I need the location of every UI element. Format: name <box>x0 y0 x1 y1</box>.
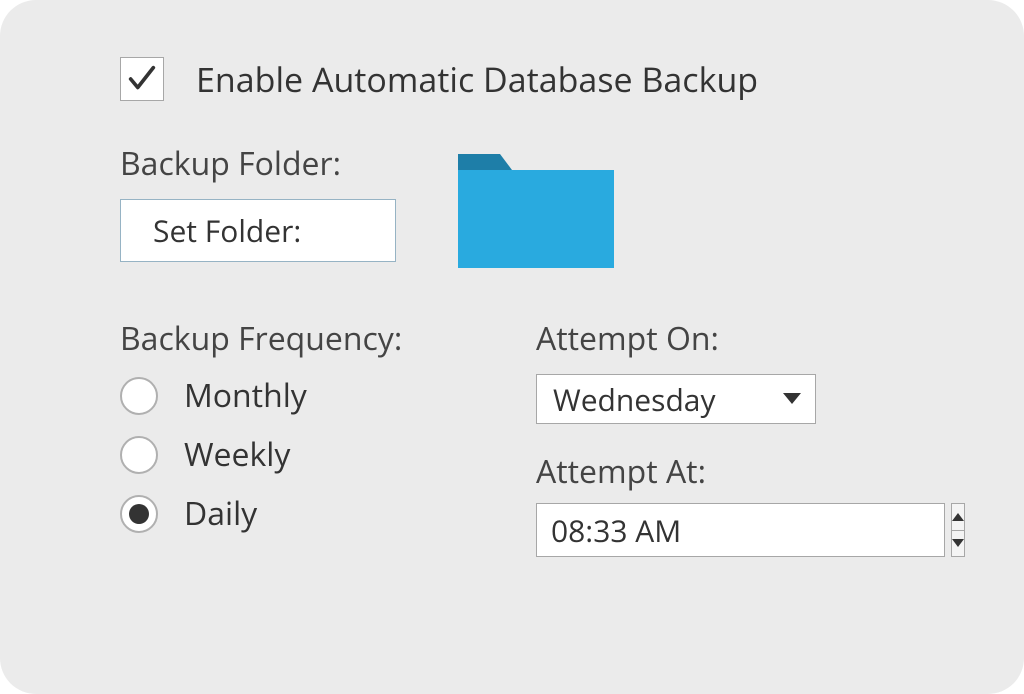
attempt-at-spinner <box>536 503 792 557</box>
frequency-option-daily[interactable]: Daily <box>120 492 440 535</box>
frequency-radio-group: Monthly Weekly Daily <box>120 374 440 535</box>
radio-weekly[interactable] <box>120 436 158 474</box>
spinner-down-button[interactable] <box>951 530 965 558</box>
enable-backup-checkbox[interactable] <box>120 57 164 101</box>
folder-icon <box>450 142 622 277</box>
radio-label-monthly: Monthly <box>184 374 307 417</box>
frequency-label: Backup Frequency: <box>120 317 440 360</box>
attempt-at-label: Attempt At: <box>536 450 904 493</box>
frequency-option-weekly[interactable]: Weekly <box>120 433 440 476</box>
triangle-up-icon <box>952 513 964 521</box>
backup-folder-label: Backup Folder: <box>120 142 396 185</box>
radio-daily[interactable] <box>120 495 158 533</box>
frequency-column: Backup Frequency: Monthly Weekly Daily <box>120 317 440 557</box>
radio-label-daily: Daily <box>184 492 257 535</box>
frequency-option-monthly[interactable]: Monthly <box>120 374 440 417</box>
spinner-up-button[interactable] <box>951 503 965 530</box>
backup-folder-section: Backup Folder: Set Folder: <box>120 142 904 277</box>
chevron-down-icon <box>783 388 801 410</box>
attempt-at-input[interactable] <box>536 503 945 557</box>
check-icon <box>125 62 159 96</box>
attempt-on-select[interactable]: Wednesday <box>536 374 816 424</box>
attempt-column: Attempt On: Wednesday Attempt At: <box>536 317 904 557</box>
set-folder-button[interactable]: Set Folder: <box>120 199 396 262</box>
enable-backup-label: Enable Automatic Database Backup <box>196 56 758 102</box>
attempt-on-value: Wednesday <box>553 379 716 420</box>
enable-backup-row: Enable Automatic Database Backup <box>120 56 904 102</box>
attempt-on-label: Attempt On: <box>536 317 904 360</box>
radio-label-weekly: Weekly <box>184 433 290 476</box>
radio-monthly[interactable] <box>120 377 158 415</box>
backup-settings-panel: Enable Automatic Database Backup Backup … <box>0 0 1024 694</box>
triangle-down-icon <box>952 539 964 547</box>
